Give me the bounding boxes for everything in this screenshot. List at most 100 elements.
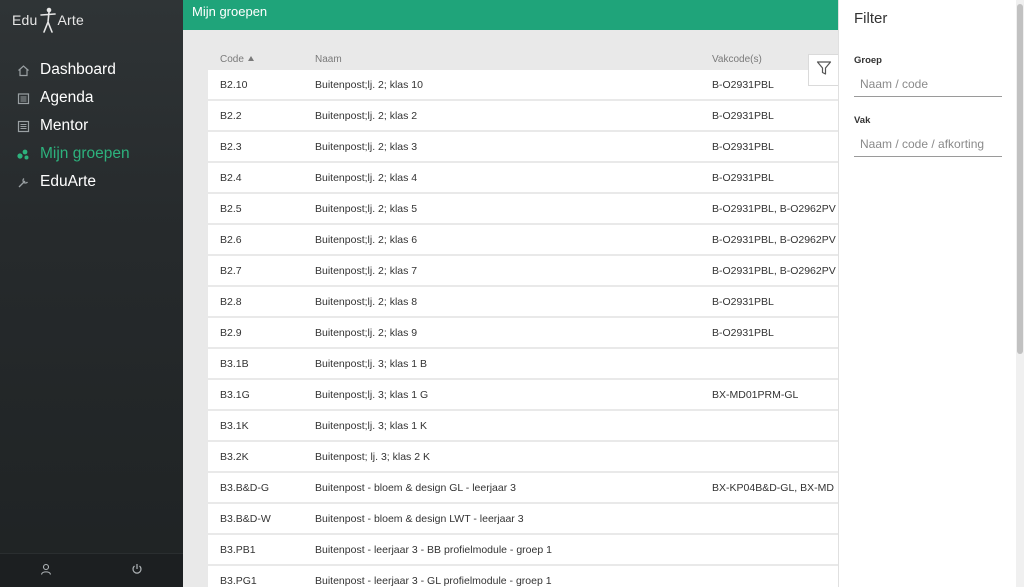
cell-code: B3.1G <box>220 388 250 401</box>
cell-code: B3.B&D-G <box>220 481 270 494</box>
cell-vakcodes: B-O2931PBL <box>712 326 774 339</box>
table-row[interactable]: B3.PB1 Buitenpost - leerjaar 3 - BB profi… <box>208 535 838 564</box>
cell-code: B2.7 <box>220 264 242 277</box>
nav-item-eduarte[interactable]: EduArte <box>0 168 183 196</box>
cell-vakcodes: B-O2931PBL <box>712 109 774 122</box>
table-row[interactable]: B2.4 Buitenpost;lj. 2; klas 4 B-O2931PBL <box>208 163 838 192</box>
power-icon <box>131 562 143 580</box>
tools-icon <box>16 175 30 189</box>
cell-naam: Buitenpost;lj. 2; klas 8 <box>315 295 418 308</box>
table-row[interactable]: B3.B&D-W Buitenpost - bloem & design LWT … <box>208 504 838 533</box>
filter-title: Filter <box>854 10 888 27</box>
eduarte-logo[interactable]: Edu Arte <box>12 5 84 35</box>
cell-code: B2.4 <box>220 171 242 184</box>
main-nav: Dashboard Agenda Mentor Mijn groepen Edu… <box>0 56 183 196</box>
column-header-naam[interactable]: Naam <box>315 54 712 65</box>
main-content: Mijn groepen Code Naam Vakcode(s) B2.10 B… <box>183 0 838 587</box>
cell-naam: Buitenpost - leerjaar 3 - GL profielmodu… <box>315 574 552 587</box>
cell-vakcodes: B-O2931PBL <box>712 140 774 153</box>
column-header-naam-label: Naam <box>315 53 342 65</box>
cell-vakcodes: BX-MD01PRM-GL <box>712 388 799 401</box>
cell-code: B2.10 <box>220 78 248 91</box>
table-row[interactable]: B3.B&D-G Buitenpost - bloem & design GL -… <box>208 473 838 502</box>
table-row[interactable]: B2.5 Buitenpost;lj. 2; klas 5 B-O2931PBL, … <box>208 194 838 223</box>
table-row[interactable]: B2.10 Buitenpost;lj. 2; klas 10 B-O2931PBL <box>208 70 838 99</box>
cell-code: B2.2 <box>220 109 242 122</box>
cell-naam: Buitenpost;lj. 3; klas 1 B <box>315 357 428 370</box>
user-icon <box>40 562 52 580</box>
page-title: Mijn groepen <box>192 4 268 19</box>
cell-code: B3.PG1 <box>220 574 257 587</box>
cell-code: B2.3 <box>220 140 242 153</box>
table-row[interactable]: B2.6 Buitenpost;lj. 2; klas 6 B-O2931PBL, … <box>208 225 838 254</box>
logo-text-left: Edu <box>12 12 38 28</box>
table-row[interactable]: B3.1G Buitenpost;lj. 3; klas 1 G BX-MD01PR… <box>208 380 838 409</box>
cell-vakcodes: B-O2931PBL <box>712 171 774 184</box>
calendar-icon <box>16 91 30 105</box>
table-row[interactable]: B3.1B Buitenpost;lj. 3; klas 1 B <box>208 349 838 378</box>
nav-label-eduarte: EduArte <box>40 173 97 190</box>
nav-item-agenda[interactable]: Agenda <box>0 84 183 112</box>
cell-code: B3.1B <box>220 357 249 370</box>
nav-label-agenda: Agenda <box>40 89 94 106</box>
cell-code: B3.1K <box>220 419 249 432</box>
table-header: Code Naam Vakcode(s) <box>208 48 838 70</box>
vak-label: Vak <box>854 115 871 126</box>
column-header-code[interactable]: Code <box>208 54 315 65</box>
cell-code: B2.5 <box>220 202 242 215</box>
table-row[interactable]: B3.2K Buitenpost; lj. 3; klas 2 K <box>208 442 838 471</box>
cell-naam: Buitenpost;lj. 2; klas 4 <box>315 171 418 184</box>
cell-naam: Buitenpost;lj. 2; klas 5 <box>315 202 418 215</box>
sidebar: Edu Arte Dashboard Agenda Mentor Mijn gr… <box>0 0 183 587</box>
table-row[interactable]: B2.9 Buitenpost;lj. 2; klas 9 B-O2931PBL <box>208 318 838 347</box>
cell-naam: Buitenpost;lj. 3; klas 1 G <box>315 388 429 401</box>
groups-icon <box>16 147 30 161</box>
table-row[interactable]: B3.PG1 Buitenpost - leerjaar 3 - GL profi… <box>208 566 838 587</box>
cell-naam: Buitenpost; lj. 3; klas 2 K <box>315 450 430 463</box>
cell-naam: Buitenpost;lj. 2; klas 10 <box>315 78 423 91</box>
nav-label-mijn-groepen: Mijn groepen <box>40 145 130 162</box>
sidebar-footer <box>0 553 183 587</box>
nav-item-mentor[interactable]: Mentor <box>0 112 183 140</box>
cell-naam: Buitenpost - bloem & design GL - leerjaa… <box>315 481 516 494</box>
table-row[interactable]: B3.1K Buitenpost;lj. 3; klas 1 K <box>208 411 838 440</box>
cell-code: B2.9 <box>220 326 242 339</box>
home-icon <box>16 63 30 77</box>
cell-vakcodes: B-O2931PBL <box>712 295 774 308</box>
cell-naam: Buitenpost;lj. 2; klas 9 <box>315 326 418 339</box>
table-row[interactable]: B2.7 Buitenpost;lj. 2; klas 7 B-O2931PBL, … <box>208 256 838 285</box>
table-row[interactable]: B2.3 Buitenpost;lj. 2; klas 3 B-O2931PBL <box>208 132 838 161</box>
groep-label: Groep <box>854 55 882 66</box>
logout-button[interactable] <box>92 554 184 587</box>
cell-code: B3.PB1 <box>220 543 256 556</box>
cell-naam: Buitenpost;lj. 2; klas 6 <box>315 233 418 246</box>
groep-input[interactable] <box>854 71 1002 97</box>
logo-text-right: Arte <box>57 12 84 28</box>
cell-naam: Buitenpost;lj. 2; klas 7 <box>315 264 418 277</box>
column-header-code-label: Code <box>220 53 244 65</box>
vak-input[interactable] <box>854 131 1002 157</box>
cell-code: B2.8 <box>220 295 242 308</box>
cell-naam: Buitenpost;lj. 2; klas 2 <box>315 109 418 122</box>
cell-naam: Buitenpost;lj. 3; klas 1 K <box>315 419 428 432</box>
table-row[interactable]: B2.8 Buitenpost;lj. 2; klas 8 B-O2931PBL <box>208 287 838 316</box>
filter-toggle-button[interactable] <box>808 54 838 86</box>
user-button[interactable] <box>0 554 92 587</box>
filter-funnel-icon <box>816 60 832 81</box>
nav-label-dashboard: Dashboard <box>40 61 116 78</box>
cell-vakcodes: B-O2931PBL, B-O2962PV <box>712 233 836 246</box>
sort-ascending-icon <box>247 55 254 61</box>
list-icon <box>16 119 30 133</box>
nav-item-dashboard[interactable]: Dashboard <box>0 56 183 84</box>
page-scrollbar[interactable] <box>1016 0 1024 587</box>
filter-panel: Filter Groep Vak <box>838 0 1016 587</box>
logo-figure-icon <box>39 6 56 34</box>
scrollbar-thumb[interactable] <box>1017 4 1023 354</box>
cell-vakcodes: BX-KP04B&D-GL, BX-MD <box>712 481 834 494</box>
groups-table: Code Naam Vakcode(s) B2.10 Buitenpost;lj.… <box>208 48 838 587</box>
cell-code: B2.6 <box>220 233 242 246</box>
cell-code: B3.B&D-W <box>220 512 271 525</box>
table-row[interactable]: B2.2 Buitenpost;lj. 2; klas 2 B-O2931PBL <box>208 101 838 130</box>
cell-vakcodes: B-O2931PBL, B-O2962PV <box>712 264 836 277</box>
nav-item-mijn-groepen[interactable]: Mijn groepen <box>0 140 183 168</box>
